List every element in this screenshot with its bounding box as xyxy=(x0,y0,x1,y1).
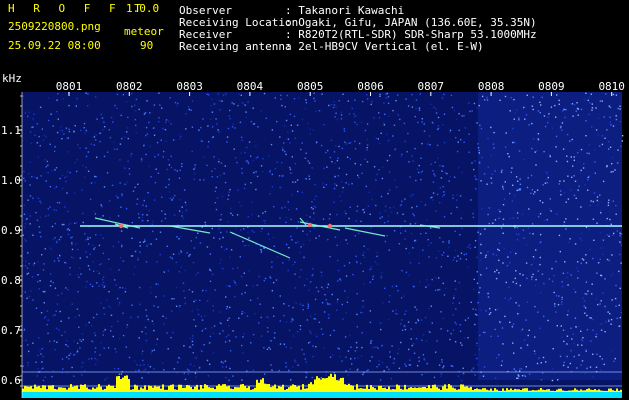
mode-label: meteor xyxy=(124,25,164,38)
x-tick-label: 0801 xyxy=(56,80,83,93)
x-tick-label: 0802 xyxy=(116,80,143,93)
app-version: 1.0.0 xyxy=(126,2,160,15)
meteor-count: 90 xyxy=(140,39,154,52)
y-tick-label: 0.7 xyxy=(1,324,21,337)
x-tick-label: 0803 xyxy=(176,80,203,93)
y-tick-label: 1.1 xyxy=(1,124,21,137)
antenna-value: : 2el-HB9CV Vertical (el. E-W) xyxy=(285,40,484,53)
x-tick-label: 0807 xyxy=(418,80,445,93)
datetime: 25.09.22 08:00 xyxy=(8,39,101,52)
noise-field xyxy=(22,92,624,398)
x-tick-label: 0806 xyxy=(357,80,384,93)
y-tick-label: 1.0 xyxy=(1,174,21,187)
antenna-label: Receiving antenna xyxy=(179,40,292,53)
filename: 2509220800.png xyxy=(8,20,101,33)
y-unit-label: kHz xyxy=(2,72,22,85)
y-tick-label: 0.8 xyxy=(1,274,21,287)
y-tick-label: 0.9 xyxy=(1,224,21,237)
x-tick-label: 0805 xyxy=(297,80,324,93)
x-tick-label: 0808 xyxy=(478,80,505,93)
x-tick-label: 0809 xyxy=(538,80,565,93)
y-tick-label: 0.6 xyxy=(1,374,21,387)
x-tick-label: 0810 xyxy=(598,80,625,93)
x-tick-label: 0804 xyxy=(237,80,264,93)
spectrogram: kHz 1.1 1.0 0.9 0.8 0.7 0.6 0801 0802 0803 0804 080… xyxy=(1,72,625,398)
